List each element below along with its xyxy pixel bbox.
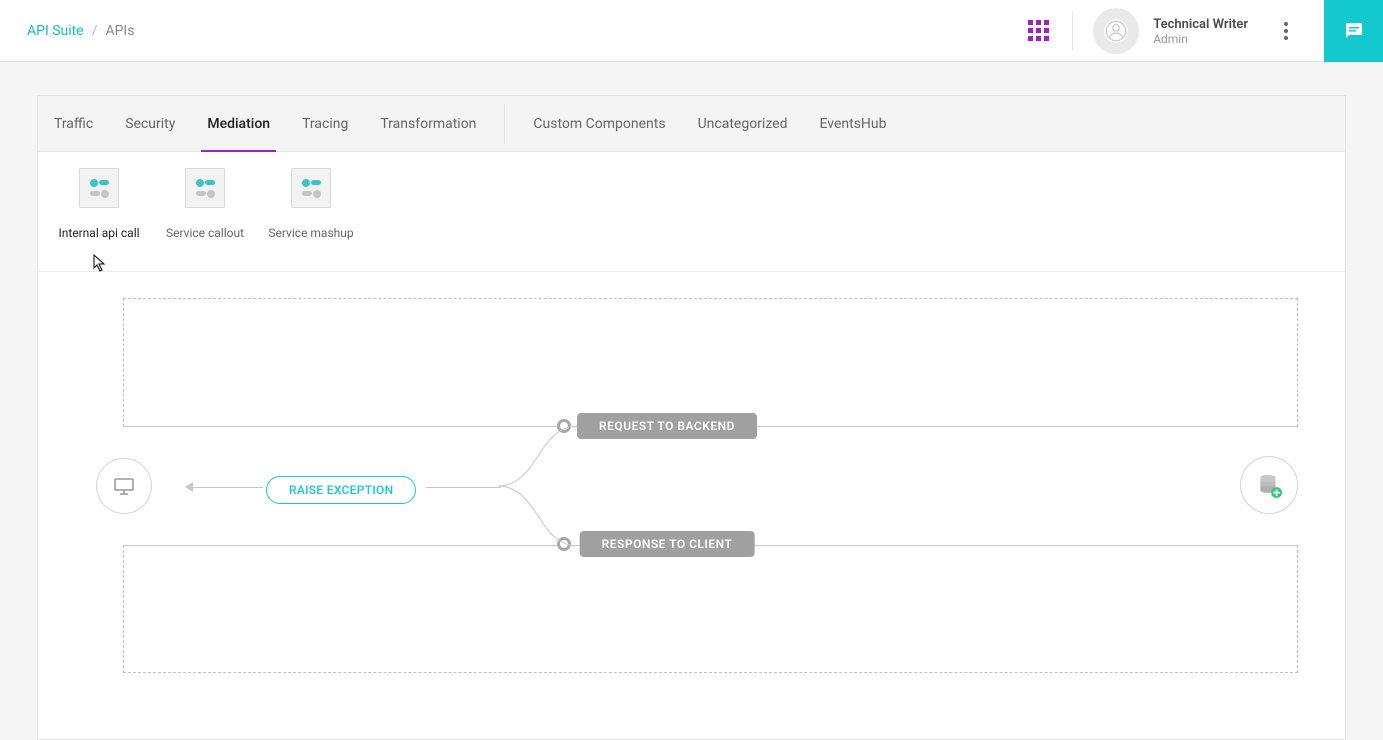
response-drop-zone[interactable] <box>123 545 1298 673</box>
tab-custom-components[interactable]: Custom Components <box>517 96 681 152</box>
tool-icon-internal-api-call <box>79 168 119 208</box>
tab-tracing[interactable]: Tracing <box>286 96 364 152</box>
tool-icon-service-callout <box>185 168 225 208</box>
flow-canvas[interactable]: REQUEST TO BACKEND RESPONSE TO CLIENT RA… <box>38 272 1345 707</box>
tab-uncategorized[interactable]: Uncategorized <box>682 96 804 152</box>
tab-security[interactable]: Security <box>109 96 191 152</box>
tool-row: Internal api call Service callout Servic… <box>38 152 1345 272</box>
breadcrumb-current: APIs <box>105 23 134 39</box>
user-info: Technical Writer Admin <box>1153 17 1248 46</box>
request-to-backend-label[interactable]: REQUEST TO BACKEND <box>577 413 757 439</box>
chat-icon <box>1342 19 1366 43</box>
user-name: Technical Writer <box>1153 17 1248 32</box>
tool-label: Service mashup <box>268 226 353 240</box>
breadcrumb-root[interactable]: API Suite <box>27 23 84 39</box>
exception-arrow-line <box>188 487 263 488</box>
flow-curve-bottom <box>498 486 578 546</box>
request-drop-zone[interactable] <box>123 298 1298 427</box>
top-header: API Suite / APIs Technical Writer Admin <box>0 0 1383 62</box>
tab-traffic[interactable]: Traffic <box>38 96 109 152</box>
exception-arrow-head <box>185 482 193 492</box>
tool-service-mashup[interactable]: Service mashup <box>262 168 360 240</box>
tab-mediation[interactable]: Mediation <box>191 96 286 152</box>
client-node[interactable] <box>96 458 152 514</box>
tool-label: Internal api call <box>58 226 139 240</box>
backend-node[interactable] <box>1240 456 1298 514</box>
chat-button[interactable] <box>1324 0 1383 62</box>
response-to-client-label[interactable]: RESPONSE TO CLIENT <box>580 531 755 557</box>
header-right: Technical Writer Admin <box>1028 0 1383 62</box>
avatar-user-icon <box>1103 18 1129 44</box>
breadcrumb-separator: / <box>92 23 98 39</box>
tool-internal-api-call[interactable]: Internal api call <box>50 168 148 240</box>
monitor-icon <box>112 474 136 498</box>
avatar[interactable] <box>1093 8 1139 54</box>
tab-transformation[interactable]: Transformation <box>364 96 492 152</box>
tool-label: Service callout <box>166 226 244 240</box>
flow-curve-top <box>498 426 578 486</box>
user-role: Admin <box>1153 32 1248 46</box>
apps-grid-icon[interactable] <box>1028 20 1050 42</box>
main-panel: Traffic Security Mediation Tracing Trans… <box>37 95 1346 740</box>
tabs-divider <box>504 104 505 144</box>
tabs-row: Traffic Security Mediation Tracing Trans… <box>38 96 1345 152</box>
tool-icon-service-mashup <box>291 168 331 208</box>
database-icon <box>1256 472 1282 498</box>
flow-mid-line <box>426 487 501 488</box>
header-divider <box>1072 11 1073 51</box>
breadcrumb: API Suite / APIs <box>27 23 134 39</box>
raise-exception-button[interactable]: RAISE EXCEPTION <box>266 476 416 504</box>
more-menu-icon[interactable] <box>1278 16 1294 46</box>
tab-eventshub[interactable]: EventsHub <box>803 96 902 152</box>
tool-service-callout[interactable]: Service callout <box>156 168 254 240</box>
